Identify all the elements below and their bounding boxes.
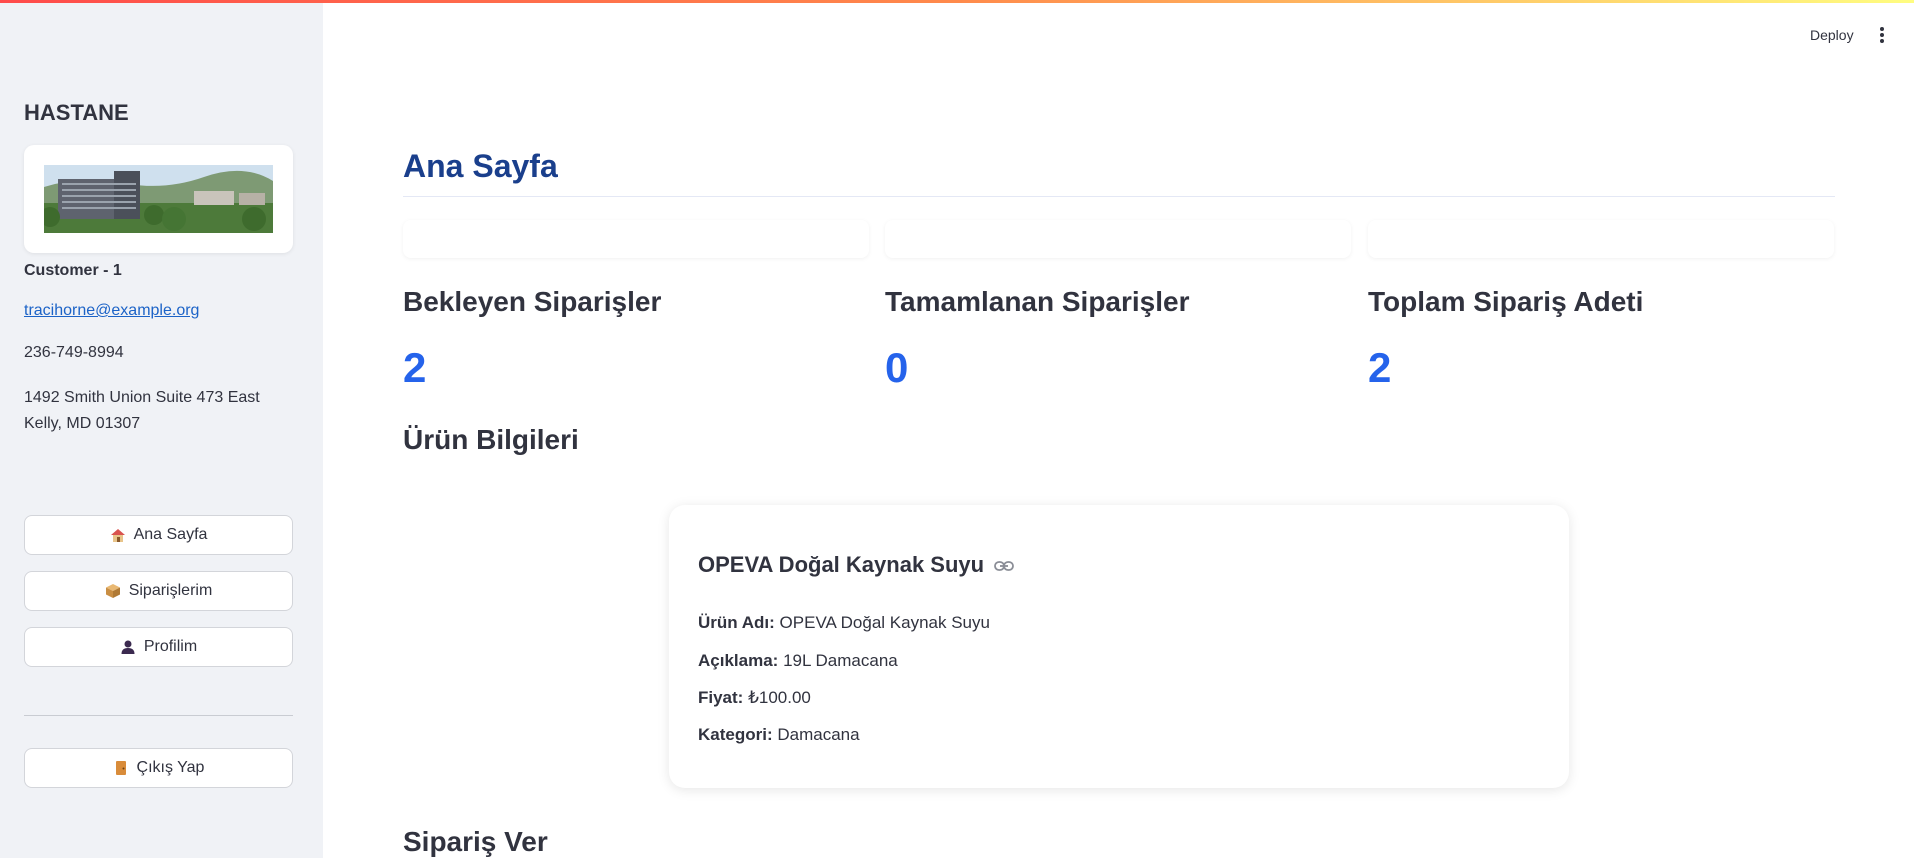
nav-label: Ana Sayfa: [133, 526, 208, 543]
product-category-value: Damacana: [777, 725, 860, 744]
metric-card: [403, 220, 869, 258]
user-icon: [120, 639, 136, 655]
order-section-title: Sipariş Ver: [403, 826, 548, 857]
nav-label: Siparişlerim: [128, 582, 213, 599]
metric-label-completed: Tamamlanan Siparişler: [885, 286, 1190, 317]
product-section-title: Ürün Bilgileri: [403, 424, 579, 455]
customer-email-link[interactable]: tracihorne@example.org: [24, 302, 199, 320]
page-title: Ana Sayfa: [403, 148, 558, 184]
deploy-button[interactable]: Deploy: [1810, 27, 1854, 43]
metric-label-pending: Bekleyen Siparişler: [403, 286, 662, 317]
metric-value-total: 2: [1368, 344, 1392, 391]
link-icon[interactable]: [994, 552, 1014, 578]
product-price-value: ₺100.00: [748, 688, 811, 707]
sidebar: HASTANE Customer - 1 tracihorne@example.…: [0, 0, 323, 858]
metric-card: [885, 220, 1351, 258]
sidebar-divider: [24, 715, 293, 716]
product-name-row: Ürün Adı: OPEVA Doğal Kaynak Suyu: [698, 613, 990, 633]
product-price-row: Fiyat: ₺100.00: [698, 688, 811, 708]
product-card: OPEVA Doğal Kaynak Suyu Ürün Adı: OPEVA …: [669, 505, 1569, 788]
house-icon: [110, 527, 126, 543]
vertical-dots-icon[interactable]: [1874, 26, 1890, 44]
logout-label: Çıkış Yap: [136, 759, 205, 776]
product-category-row: Kategori: Damacana: [698, 725, 860, 745]
metric-value-pending: 2: [403, 344, 427, 391]
address-line-2: Kelly, MD 01307: [24, 415, 141, 432]
customer-phone: 236-749-8994: [24, 344, 124, 361]
hospital-photo: [44, 165, 273, 233]
package-icon: [105, 583, 121, 599]
nav-label: Profilim: [143, 638, 198, 655]
product-desc-value: 19L Damacana: [783, 651, 898, 670]
nav-button-ana-sayfa[interactable]: Ana Sayfa: [24, 515, 293, 555]
product-category-label: Kategori:: [698, 725, 773, 744]
title-divider: [403, 196, 1835, 197]
product-name-value: OPEVA Doğal Kaynak Suyu: [779, 613, 990, 632]
product-title: OPEVA Doğal Kaynak Suyu: [698, 552, 1014, 578]
nav-button-siparislerim[interactable]: Siparişlerim: [24, 571, 293, 611]
sidebar-title: HASTANE: [24, 100, 129, 125]
metric-label-total: Toplam Sipariş Adeti: [1368, 286, 1644, 317]
metric-value-completed: 0: [885, 344, 909, 391]
logout-button[interactable]: Çıkış Yap: [24, 748, 293, 788]
address-line-1: 1492 Smith Union Suite 473 East: [24, 389, 260, 406]
metric-card: [1368, 220, 1834, 258]
hospital-image-card: [24, 145, 293, 253]
nav-button-profilim[interactable]: Profilim: [24, 627, 293, 667]
product-desc-label: Açıklama:: [698, 651, 779, 670]
product-name-label: Ürün Adı:: [698, 613, 775, 632]
door-icon: [113, 760, 129, 776]
customer-name: Customer - 1: [24, 262, 122, 279]
top-decoration-bar: [0, 0, 1914, 3]
product-desc-row: Açıklama: 19L Damacana: [698, 651, 898, 671]
product-price-label: Fiyat:: [698, 688, 744, 707]
product-title-text: OPEVA Doğal Kaynak Suyu: [698, 552, 985, 577]
customer-address: 1492 Smith Union Suite 473 East Kelly, M…: [24, 385, 260, 437]
